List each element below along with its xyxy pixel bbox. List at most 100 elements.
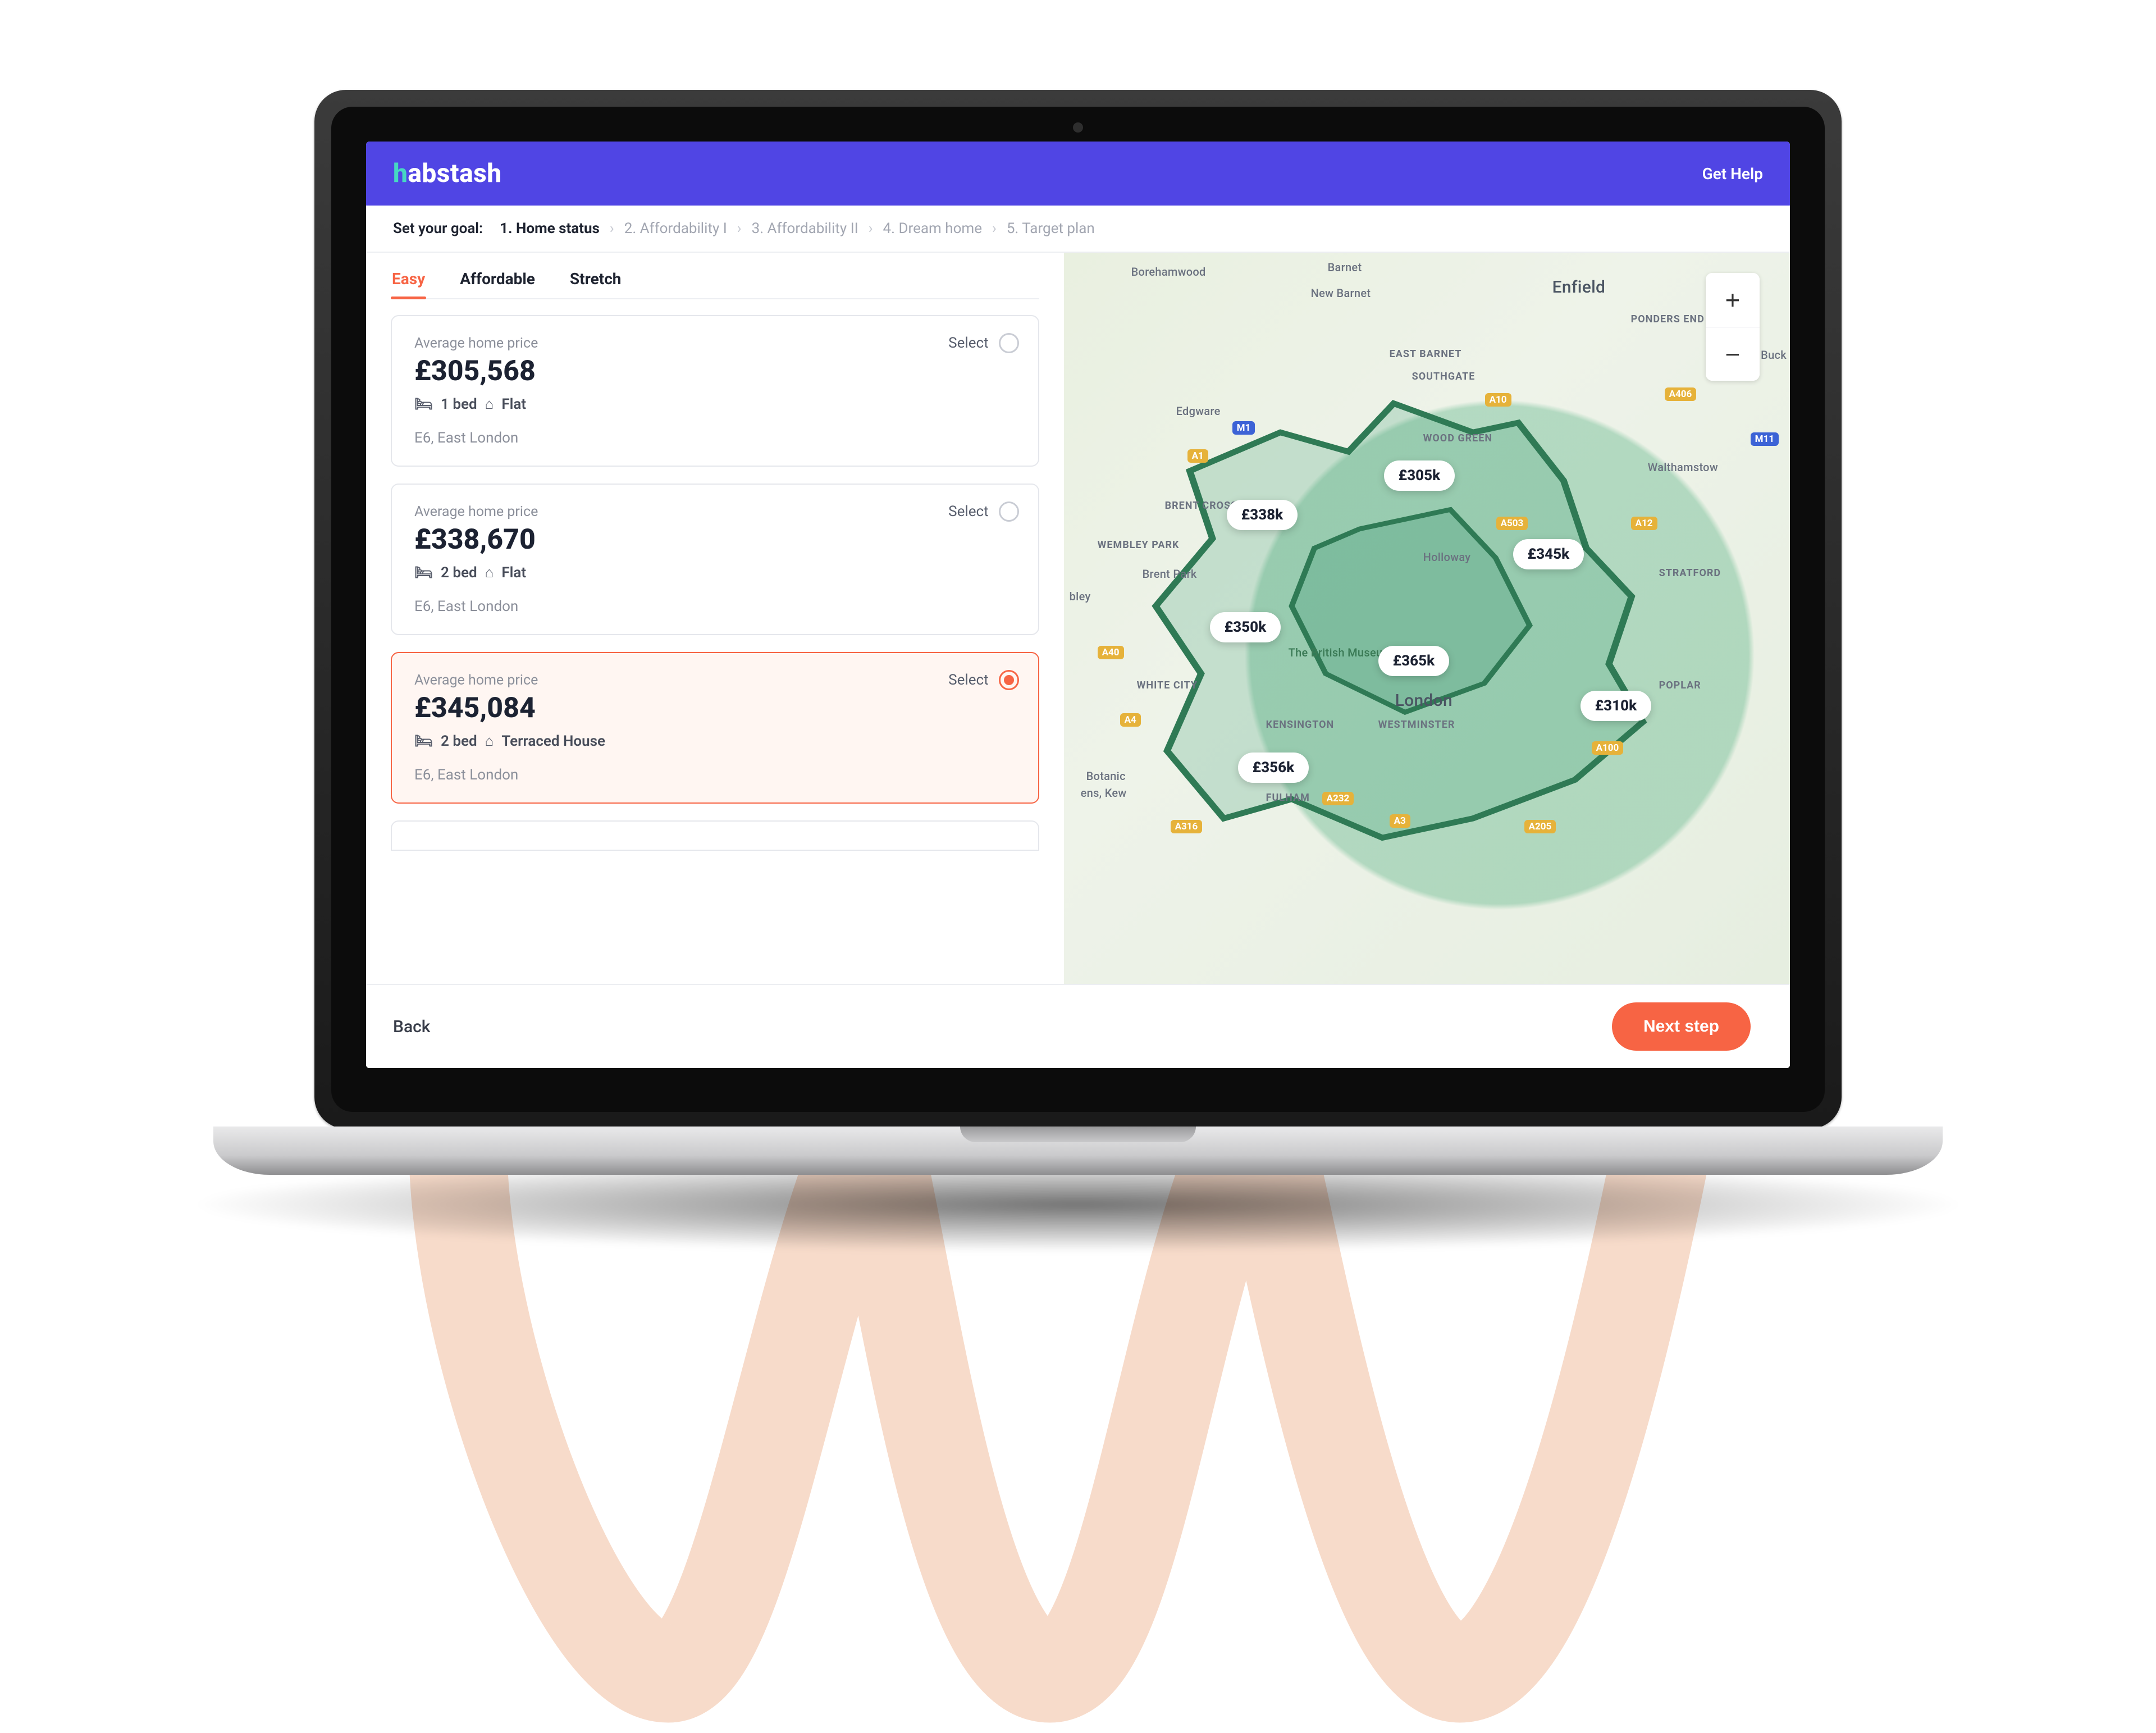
map-road-badge: A12 [1631, 517, 1657, 530]
price-card[interactable]: Select Average home price £338,670 🛏 2 b… [391, 484, 1039, 635]
location-label: E6, East London [414, 767, 1016, 783]
price-card[interactable]: Select Average home price £305,568 🛏 1 b… [391, 315, 1039, 467]
select-radio[interactable]: Select [948, 501, 1018, 522]
map-price-pin[interactable]: £356k [1238, 753, 1309, 783]
app-header: habstash Get Help [366, 142, 1790, 206]
avg-price-label: Average home price [414, 335, 1016, 352]
map-place-label: POPLAR [1659, 679, 1701, 691]
next-step-button[interactable]: Next step [1612, 1002, 1751, 1051]
map-road-badge: A232 [1322, 792, 1354, 805]
breadcrumb-step-4[interactable]: 4. Dream home [883, 220, 982, 237]
map-place-label: Holloway [1423, 550, 1471, 564]
app-footer: Back Next step [366, 984, 1790, 1068]
map-price-pin[interactable]: £310k [1581, 691, 1652, 721]
price-card-list: Select Average home price £305,568 🛏 1 b… [391, 315, 1039, 984]
select-label: Select [948, 335, 988, 352]
map-zoom-control: + − [1706, 273, 1760, 381]
select-radio[interactable]: Select [948, 670, 1018, 690]
location-label: E6, East London [414, 430, 1016, 446]
breadcrumb-step-1[interactable]: 1. Home status [500, 220, 600, 237]
chevron-right-icon: › [610, 220, 614, 237]
zoom-in-button[interactable]: + [1706, 273, 1760, 327]
map-price-pin[interactable]: £338k [1227, 500, 1298, 530]
back-button[interactable]: Back [393, 1017, 430, 1037]
difficulty-tabs: Easy Affordable Stretch [391, 264, 1039, 299]
get-help-link[interactable]: Get Help [1702, 165, 1763, 183]
breadcrumb-step-5[interactable]: 5. Target plan [1007, 220, 1095, 237]
map-place-label: WESTMINSTER [1378, 719, 1455, 731]
map-place-label: WHITE CITY [1137, 679, 1198, 691]
map-road-badge: A100 [1592, 741, 1624, 755]
map-road-badge: A3 [1390, 814, 1410, 828]
radio-icon [999, 501, 1019, 522]
tab-affordable[interactable]: Affordable [459, 264, 536, 298]
map-price-pin[interactable]: £345k [1513, 539, 1584, 569]
map-place-label: Enfield [1552, 277, 1606, 297]
laptop-base [213, 1127, 1943, 1175]
map-place-label: Barnet [1328, 261, 1362, 274]
price-card-partial[interactable] [391, 820, 1039, 851]
avg-price-label: Average home price [414, 672, 1016, 688]
bed-icon: 🛏 [414, 564, 433, 581]
radio-icon [999, 333, 1019, 353]
breadcrumb-step-3[interactable]: 3. Affordability II [752, 220, 858, 237]
map-road-badge: A10 [1485, 393, 1511, 407]
map-place-label: Edgware [1176, 404, 1221, 418]
map-road-badge: A503 [1496, 517, 1528, 530]
home-type: Terraced House [501, 733, 605, 750]
tab-stretch[interactable]: Stretch [569, 264, 623, 298]
zoom-out-button[interactable]: − [1706, 327, 1760, 381]
beds-value: 2 bed [441, 733, 477, 750]
map-road-badge: A4 [1120, 713, 1141, 727]
price-card[interactable]: Select Average home price £345,084 🛏 2 b… [391, 652, 1039, 804]
beds-value: 2 bed [441, 564, 477, 581]
home-type: Flat [501, 564, 526, 581]
price-value: £345,084 [414, 692, 1016, 724]
map-road-badge: M1 [1232, 421, 1255, 435]
home-icon: ⌂ [485, 732, 494, 750]
app-main: Easy Affordable Stretch Select [366, 253, 1790, 984]
map-place-label: Botanic [1086, 769, 1126, 783]
map-road-badge: A406 [1665, 387, 1697, 401]
map-place-label: The British Museum [1289, 646, 1392, 659]
chevron-right-icon: › [869, 220, 873, 237]
card-meta: 🛏 2 bed ⌂ Terraced House [414, 732, 1016, 750]
card-meta: 🛏 1 bed ⌂ Flat [414, 395, 1016, 413]
tab-easy[interactable]: Easy [391, 264, 426, 298]
app-screen: habstash Get Help Set your goal: 1. Home… [366, 142, 1790, 1068]
breadcrumb: Set your goal: 1. Home status › 2. Affor… [366, 206, 1790, 253]
options-pane: Easy Affordable Stretch Select [366, 253, 1064, 984]
brand-logo: habstash [393, 158, 502, 189]
beds-value: 1 bed [441, 396, 477, 413]
location-label: E6, East London [414, 598, 1016, 615]
map-price-pin[interactable]: £305k [1384, 460, 1455, 491]
breadcrumb-lead: Set your goal: [393, 220, 483, 237]
avg-price-label: Average home price [414, 504, 1016, 520]
price-value: £338,670 [414, 523, 1016, 556]
map-pane[interactable]: Borehamwood Barnet New Barnet Enfield PO… [1064, 253, 1790, 984]
map-place-label: New Barnet [1311, 286, 1371, 300]
map-price-pin[interactable]: £365k [1378, 646, 1450, 676]
map-place-label: STRATFORD [1659, 567, 1721, 579]
map-place-label: WEMBLEY PARK [1098, 539, 1180, 551]
map-place-label: FULHAM [1266, 792, 1310, 804]
home-icon: ⌂ [485, 395, 494, 413]
bed-icon: 🛏 [414, 733, 433, 750]
select-label: Select [948, 672, 988, 688]
map-price-pin[interactable]: £350k [1210, 612, 1281, 642]
map-overlay: Borehamwood Barnet New Barnet Enfield PO… [1064, 253, 1790, 984]
map-place-label: Buck [1761, 348, 1787, 362]
breadcrumb-step-2[interactable]: 2. Affordability I [624, 220, 727, 237]
chevron-right-icon: › [992, 220, 997, 237]
map-road-badge: A205 [1524, 820, 1556, 833]
home-type: Flat [501, 396, 526, 413]
select-radio[interactable]: Select [948, 333, 1018, 353]
map-place-label: WOOD GREEN [1423, 432, 1493, 444]
laptop-hinge-notch [960, 1127, 1196, 1142]
map-place-label: Brent Park [1143, 567, 1197, 581]
price-value: £305,568 [414, 355, 1016, 387]
map-place-label: bley [1070, 590, 1091, 603]
map-road-badge: A40 [1098, 646, 1124, 659]
home-icon: ⌂ [485, 564, 494, 581]
map-place-label: KENSINGTON [1266, 719, 1335, 731]
